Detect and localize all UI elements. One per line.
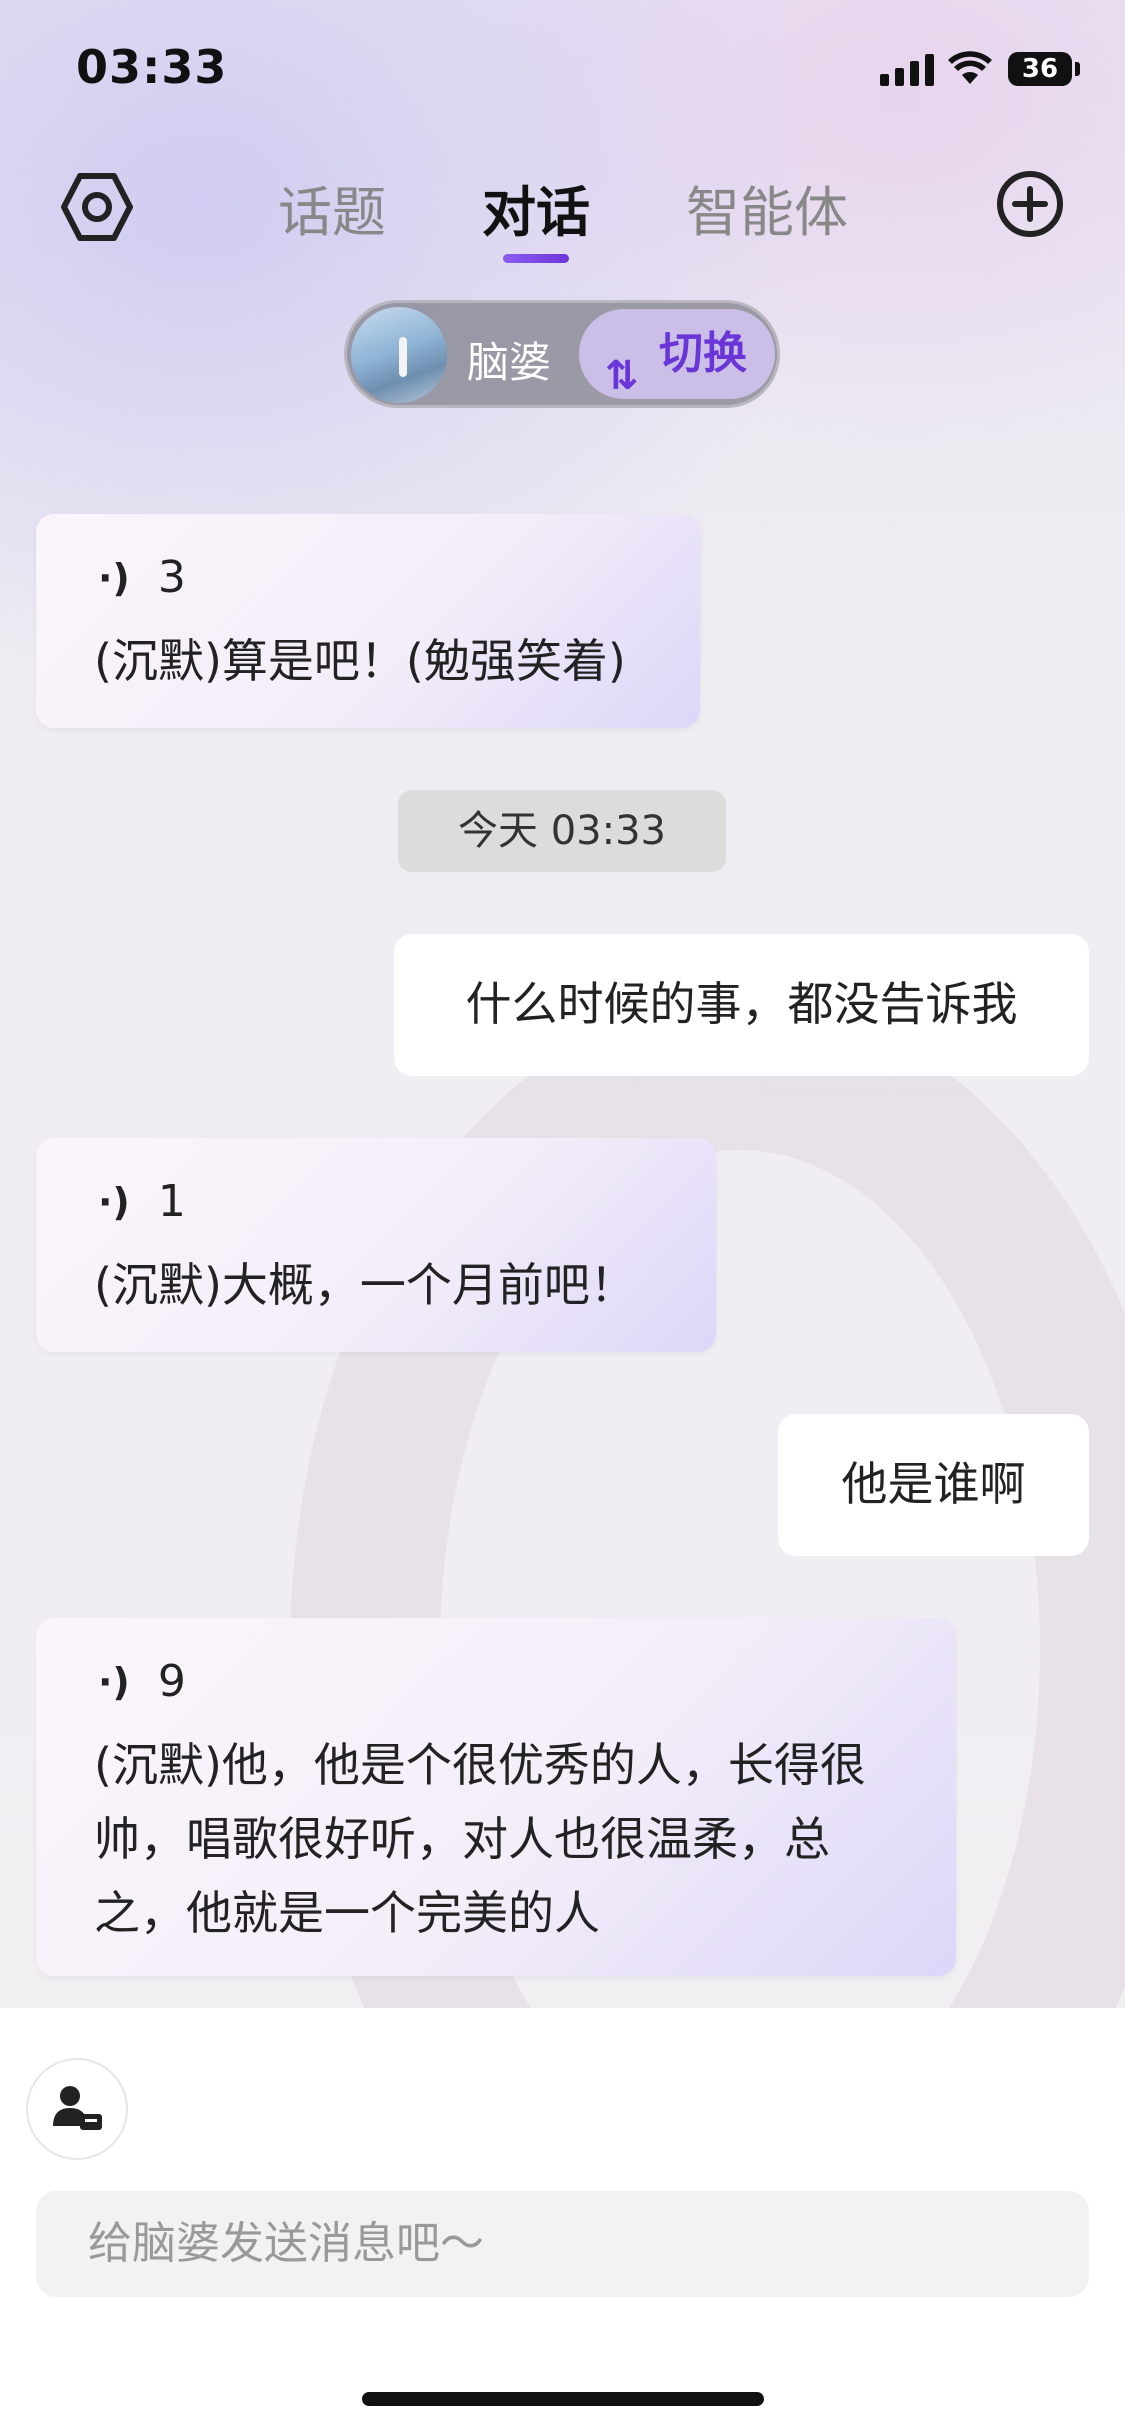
ai-message-text: (沉默)他，他是个很优秀的人，长得很 帅，唱歌很好听，对人也很温柔，总 之，他就… bbox=[94, 1728, 866, 1950]
user-message[interactable]: 他是谁啊 bbox=[778, 1414, 1089, 1556]
voice-duration: 3 bbox=[157, 552, 186, 603]
tab-topic[interactable]: 话题 bbox=[278, 168, 386, 247]
user-message[interactable]: 什么时候的事，都没告诉我 bbox=[394, 934, 1089, 1076]
settings-hexagon-icon[interactable] bbox=[60, 170, 134, 244]
voice-icon: ·) bbox=[98, 1179, 130, 1224]
persona-card-button[interactable] bbox=[26, 2058, 128, 2160]
add-circle-icon[interactable] bbox=[996, 170, 1064, 238]
battery-tip bbox=[1075, 62, 1080, 76]
tab-chat[interactable]: 对话 bbox=[482, 168, 590, 247]
status-bar: 03:33 36 bbox=[0, 0, 1125, 140]
timestamp-divider: 今天 03:33 bbox=[398, 790, 726, 872]
persona-selector: 脑婆 ⇅ 切换 bbox=[344, 300, 780, 408]
voice-play-button[interactable]: ·) 9 bbox=[98, 1656, 186, 1707]
switch-label: 切换 bbox=[659, 328, 747, 379]
battery-indicator: 36 bbox=[1008, 52, 1072, 86]
persona-avatar[interactable] bbox=[351, 307, 447, 403]
voice-play-button[interactable]: ·) 1 bbox=[98, 1176, 186, 1227]
ai-message[interactable]: ·) 3 (沉默)算是吧！(勉强笑着) bbox=[36, 514, 700, 728]
ai-message-text: (沉默)大概，一个月前吧！ bbox=[94, 1258, 636, 1312]
home-indicator bbox=[362, 2392, 764, 2406]
persona-card-icon bbox=[53, 2086, 102, 2130]
wifi-icon bbox=[948, 51, 992, 84]
voice-icon: ·) bbox=[98, 555, 130, 600]
message-input[interactable]: 给脑婆发送消息吧～ bbox=[36, 2191, 1089, 2297]
user-message-text: 什么时候的事，都没告诉我 bbox=[465, 977, 1018, 1031]
voice-play-button[interactable]: ·) 3 bbox=[98, 552, 186, 603]
voice-icon: ·) bbox=[98, 1659, 130, 1704]
active-tab-indicator bbox=[503, 254, 569, 263]
user-message-text: 他是谁啊 bbox=[841, 1457, 1026, 1511]
voice-duration: 1 bbox=[157, 1176, 186, 1227]
top-nav: 话题 对话 智能体 bbox=[0, 150, 1125, 280]
composer-area: 给脑婆发送消息吧～ bbox=[0, 2008, 1125, 2436]
ai-message-line: (沉默)他，他是个很优秀的人，长得很 bbox=[94, 1738, 866, 1792]
voice-duration: 9 bbox=[157, 1656, 186, 1707]
status-time: 03:33 bbox=[76, 40, 228, 94]
ai-message[interactable]: ·) 9 (沉默)他，他是个很优秀的人，长得很 帅，唱歌很好听，对人也很温柔，总… bbox=[36, 1618, 956, 1976]
ai-message-text: (沉默)算是吧！(勉强笑着) bbox=[94, 634, 626, 688]
persona-name: 脑婆 bbox=[467, 338, 552, 387]
ai-message-line: 帅，唱歌很好听，对人也很温柔，总 bbox=[94, 1812, 830, 1866]
ai-message[interactable]: ·) 1 (沉默)大概，一个月前吧！ bbox=[36, 1138, 716, 1352]
signal-icon bbox=[880, 52, 934, 86]
switch-persona-button[interactable]: ⇅ 切换 bbox=[579, 309, 775, 399]
tab-agent[interactable]: 智能体 bbox=[686, 168, 848, 247]
ai-message-line: 之，他就是一个完美的人 bbox=[94, 1886, 600, 1940]
switch-arrows-icon: ⇅ bbox=[605, 353, 639, 399]
